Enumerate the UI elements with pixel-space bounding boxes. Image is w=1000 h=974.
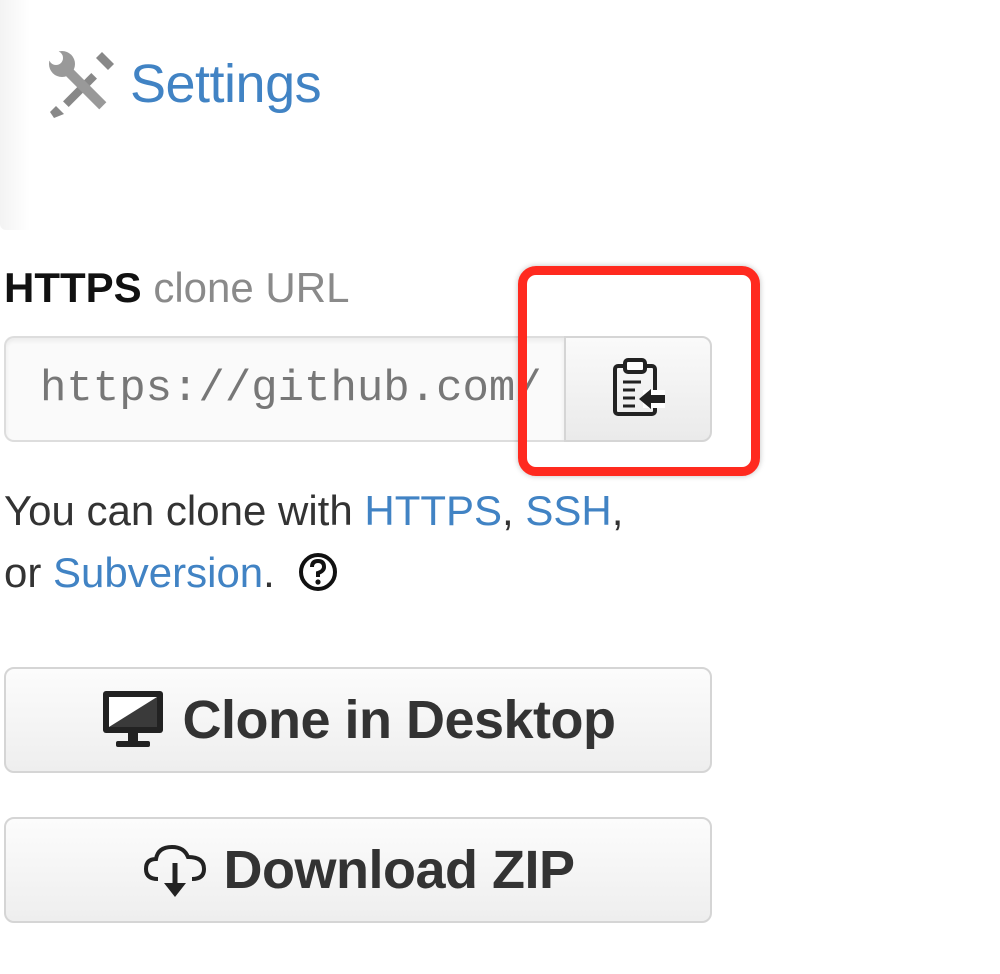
https-clone-link[interactable]: HTTPS bbox=[364, 487, 502, 534]
settings-panel: Settings bbox=[0, 0, 1000, 230]
clone-url-heading: HTTPS clone URL bbox=[4, 262, 349, 314]
copy-to-clipboard-button[interactable] bbox=[564, 336, 712, 442]
download-zip-button[interactable]: Download ZIP bbox=[4, 817, 712, 923]
tools-icon bbox=[46, 48, 118, 120]
help-prefix: You can clone with bbox=[4, 487, 353, 534]
clone-url-input[interactable] bbox=[6, 338, 564, 440]
clone-url-label: clone URL bbox=[153, 264, 350, 311]
download-zip-label: Download ZIP bbox=[223, 840, 576, 900]
cloud-download-icon bbox=[142, 835, 208, 906]
help-sep-2: , bbox=[611, 487, 624, 534]
clone-url-field-wrapper bbox=[4, 336, 564, 442]
clone-in-desktop-button[interactable]: Clone in Desktop bbox=[4, 667, 712, 773]
clone-in-desktop-label: Clone in Desktop bbox=[182, 690, 616, 750]
subversion-clone-link[interactable]: Subversion bbox=[53, 549, 263, 596]
repo-sidebar: Settings HTTPS clone URL You can clone w… bbox=[0, 0, 1000, 974]
clone-help-text: You can clone with HTTPS, SSH, or Subver… bbox=[4, 480, 724, 604]
clipboard-icon bbox=[607, 356, 669, 423]
help-or: or bbox=[4, 549, 42, 596]
question-circle-icon[interactable] bbox=[297, 548, 339, 591]
clone-protocol-label: HTTPS bbox=[4, 264, 142, 311]
settings-label: Settings bbox=[130, 54, 322, 114]
sidebar-divider bbox=[0, 0, 30, 230]
help-sep-1: , bbox=[502, 487, 514, 534]
help-period: . bbox=[263, 549, 275, 596]
monitor-icon bbox=[100, 685, 166, 756]
settings-link[interactable]: Settings bbox=[46, 44, 322, 124]
ssh-clone-link[interactable]: SSH bbox=[525, 487, 611, 534]
